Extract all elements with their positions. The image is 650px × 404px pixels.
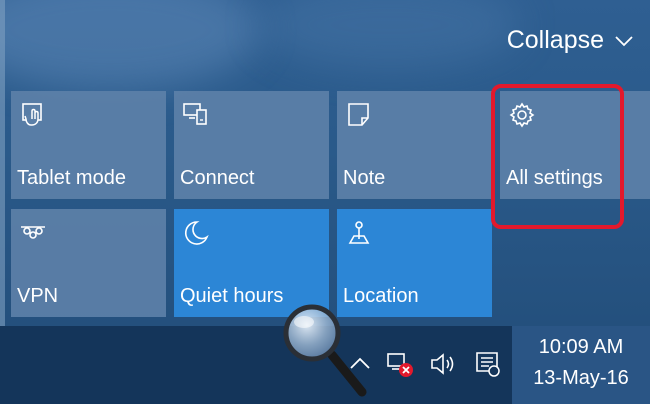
network-disconnected-icon[interactable]: [385, 349, 415, 379]
tile-label: All settings: [506, 167, 603, 189]
tile-tablet-mode[interactable]: Tablet mode: [11, 91, 166, 199]
action-center-icon[interactable]: [472, 349, 502, 379]
tile-vpn[interactable]: VPN: [11, 209, 166, 317]
tablet-mode-icon: [19, 101, 47, 129]
action-center-panel: Collapse Tablet mode Connect Note All se…: [0, 0, 650, 326]
volume-icon[interactable]: [428, 349, 458, 379]
tile-all-settings[interactable]: All settings: [500, 91, 650, 199]
clock[interactable]: 10:09 AM 13-May-16: [512, 326, 650, 404]
background-blur: [260, 0, 520, 70]
tile-label: Tablet mode: [17, 167, 126, 189]
collapse-button[interactable]: Collapse: [507, 26, 634, 55]
tile-label: Note: [343, 167, 386, 189]
location-icon: [345, 219, 373, 247]
chevron-down-icon: [615, 35, 633, 46]
vpn-icon: [19, 219, 47, 247]
tile-label: Quiet hours: [180, 285, 284, 307]
clock-date: 13-May-16: [533, 367, 629, 389]
panel-edge: [0, 0, 5, 326]
clock-time: 10:09 AM: [538, 336, 624, 358]
tile-connect[interactable]: Connect: [174, 91, 329, 199]
collapse-label: Collapse: [506, 26, 604, 54]
background-blur: [0, 0, 260, 90]
moon-icon: [182, 219, 210, 247]
tile-label: VPN: [17, 285, 59, 307]
gear-icon: [508, 101, 536, 129]
tile-note[interactable]: Note: [337, 91, 492, 199]
magnifier-icon: [283, 304, 367, 397]
connect-icon: [182, 101, 210, 129]
tile-label: Connect: [180, 167, 255, 189]
note-icon: [345, 101, 373, 129]
